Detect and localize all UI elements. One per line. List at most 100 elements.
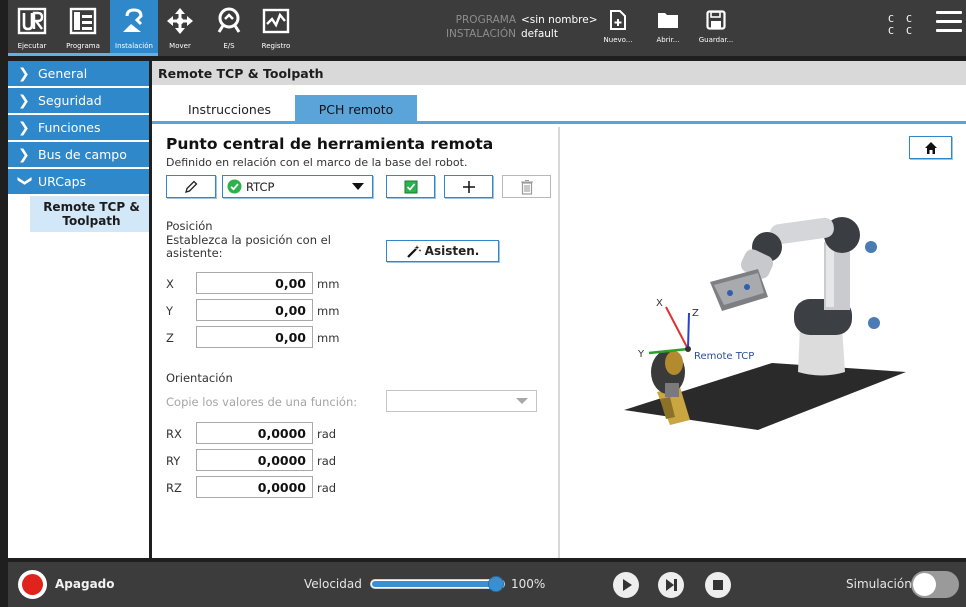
- connection-status: C C C C: [888, 14, 915, 38]
- save-program-label: Guardar...: [698, 36, 734, 44]
- unit-rad: rad: [317, 481, 337, 495]
- step-icon: [666, 579, 674, 591]
- robot-3d-view[interactable]: X Y Z Remote TCP: [562, 127, 966, 558]
- nav-move-button[interactable]: Mover: [160, 0, 200, 56]
- top-bar: Ejecutar Programa Instalación Mover E/S …: [8, 0, 966, 56]
- chevron-right-icon: ❯: [18, 119, 30, 136]
- new-program-button[interactable]: Nuevo...: [598, 0, 638, 56]
- active-nav-underline: [8, 53, 158, 56]
- step-button[interactable]: [658, 572, 684, 598]
- new-program-label: Nuevo...: [603, 36, 633, 44]
- axis-x-label: X: [656, 298, 663, 309]
- nav-run-label: Ejecutar: [17, 42, 47, 50]
- unit-rad: rad: [317, 427, 337, 441]
- tab-remote-tcp[interactable]: PCH remoto: [295, 95, 417, 124]
- chevron-down-icon: ❯: [17, 174, 33, 187]
- connection-status-top: C C: [888, 14, 916, 25]
- tcp-select-value: RTCP: [246, 179, 275, 194]
- installation-icon: [114, 0, 154, 42]
- unit-rad: rad: [317, 454, 337, 468]
- tcp-select[interactable]: RTCP: [222, 175, 373, 198]
- chevron-right-icon: ❯: [18, 65, 30, 82]
- sidebar-subitem-remote-tcp[interactable]: Remote TCP & Toolpath: [30, 196, 149, 232]
- program-info: PROGRAMA <sin nombre> INSTALACIÓN default: [428, 13, 598, 41]
- connection-status-bottom: C C: [888, 26, 916, 37]
- sidebar-item-general[interactable]: ❯ General: [8, 61, 149, 86]
- delete-tcp-button[interactable]: [502, 175, 551, 198]
- speed-slider-fill: [372, 581, 503, 587]
- nav-log-button[interactable]: Registro: [254, 0, 298, 56]
- position-y-field[interactable]: 0,00: [196, 299, 313, 321]
- log-chart-icon: [256, 0, 296, 42]
- axis-z-label: Z: [692, 308, 699, 319]
- nav-run-button[interactable]: Ejecutar: [8, 0, 56, 56]
- axis-label-rz: RZ: [166, 481, 182, 495]
- orientation-rz-field[interactable]: 0,0000: [196, 476, 313, 498]
- axis-y-label: Y: [637, 349, 645, 360]
- chevron-right-icon: ❯: [18, 146, 30, 163]
- nav-io-button[interactable]: E/S: [208, 0, 250, 56]
- tab-strip: Instrucciones PCH remoto: [152, 85, 966, 124]
- robot-scene: X Y Z Remote TCP: [624, 217, 906, 430]
- save-icon: [696, 0, 736, 40]
- section-subheading: Definido en relación con el marco de la …: [166, 156, 468, 169]
- power-status-text: Apagado: [55, 577, 115, 591]
- simulation-toggle-knob: [913, 573, 936, 596]
- sidebar-item-label: Funciones: [38, 120, 101, 135]
- ur-logo-icon: [12, 0, 52, 42]
- speed-slider[interactable]: [370, 576, 505, 592]
- section-heading: Punto central de herramienta remota: [166, 135, 494, 153]
- nav-installation-button[interactable]: Instalación: [110, 0, 158, 56]
- axis-label-x: X: [166, 277, 174, 291]
- program-tree-icon: [63, 0, 103, 42]
- program-name: <sin nombre>: [521, 14, 598, 26]
- check-circle-icon: [227, 179, 242, 194]
- speed-value: 100%: [511, 577, 546, 591]
- dropdown-arrow-icon: [352, 183, 364, 190]
- play-button[interactable]: [613, 572, 639, 598]
- sidebar-item-safety[interactable]: ❯ Seguridad: [8, 88, 149, 113]
- position-z-field[interactable]: 0,00: [196, 326, 313, 348]
- open-program-button[interactable]: Abrir...: [648, 0, 688, 56]
- open-program-label: Abrir...: [656, 36, 680, 44]
- save-program-button[interactable]: Guardar...: [694, 0, 738, 56]
- speed-label: Velocidad: [304, 577, 362, 591]
- orientation-ry-field[interactable]: 0,0000: [196, 449, 313, 471]
- sidebar-item-label: Bus de campo: [38, 147, 127, 162]
- axis-label-rx: RX: [166, 427, 182, 441]
- orientation-rx-field[interactable]: 0,0000: [196, 422, 313, 444]
- speed-slider-handle[interactable]: [488, 576, 504, 592]
- copy-from-feature-label: Copie los valores de una función:: [166, 395, 358, 409]
- folder-icon: [648, 0, 688, 40]
- rename-tcp-button[interactable]: [166, 175, 216, 198]
- sidebar-item-fieldbus[interactable]: ❯ Bus de campo: [8, 142, 149, 167]
- checkbox-icon: [404, 180, 417, 193]
- stop-button[interactable]: [705, 572, 731, 598]
- position-x-field[interactable]: 0,00: [196, 272, 313, 294]
- dropdown-arrow-icon: [516, 398, 528, 404]
- installation-key: INSTALACIÓN: [445, 28, 516, 40]
- move-arrows-icon: [160, 0, 200, 42]
- unit-mm: mm: [317, 277, 340, 291]
- copy-from-feature-select[interactable]: [386, 390, 537, 412]
- sidebar-item-urcaps[interactable]: ❯ URCaps: [8, 169, 149, 194]
- tab-instructions[interactable]: Instrucciones: [167, 95, 292, 124]
- set-default-tcp-button[interactable]: [386, 175, 435, 198]
- play-icon: [623, 579, 632, 591]
- hamburger-menu-icon[interactable]: [936, 11, 962, 33]
- axis-label-ry: RY: [166, 454, 181, 468]
- position-title: Posición: [166, 219, 213, 233]
- remote-tcp-label: Remote TCP: [694, 351, 754, 362]
- sidebar-item-features[interactable]: ❯ Funciones: [8, 115, 149, 140]
- sidebar: ❯ General ❯ Seguridad ❯ Funciones ❯ Bus …: [8, 61, 149, 558]
- trash-icon: [520, 179, 533, 195]
- installation-name: default: [521, 28, 558, 40]
- simulation-toggle[interactable]: [911, 571, 959, 598]
- power-button[interactable]: [18, 570, 47, 599]
- sidebar-item-label: General: [38, 66, 88, 81]
- plus-icon: [462, 180, 475, 193]
- wizard-button[interactable]: Asisten.: [386, 240, 499, 262]
- nav-installation-label: Instalación: [115, 42, 153, 50]
- add-tcp-button[interactable]: [444, 175, 493, 198]
- nav-program-button[interactable]: Programa: [58, 0, 108, 56]
